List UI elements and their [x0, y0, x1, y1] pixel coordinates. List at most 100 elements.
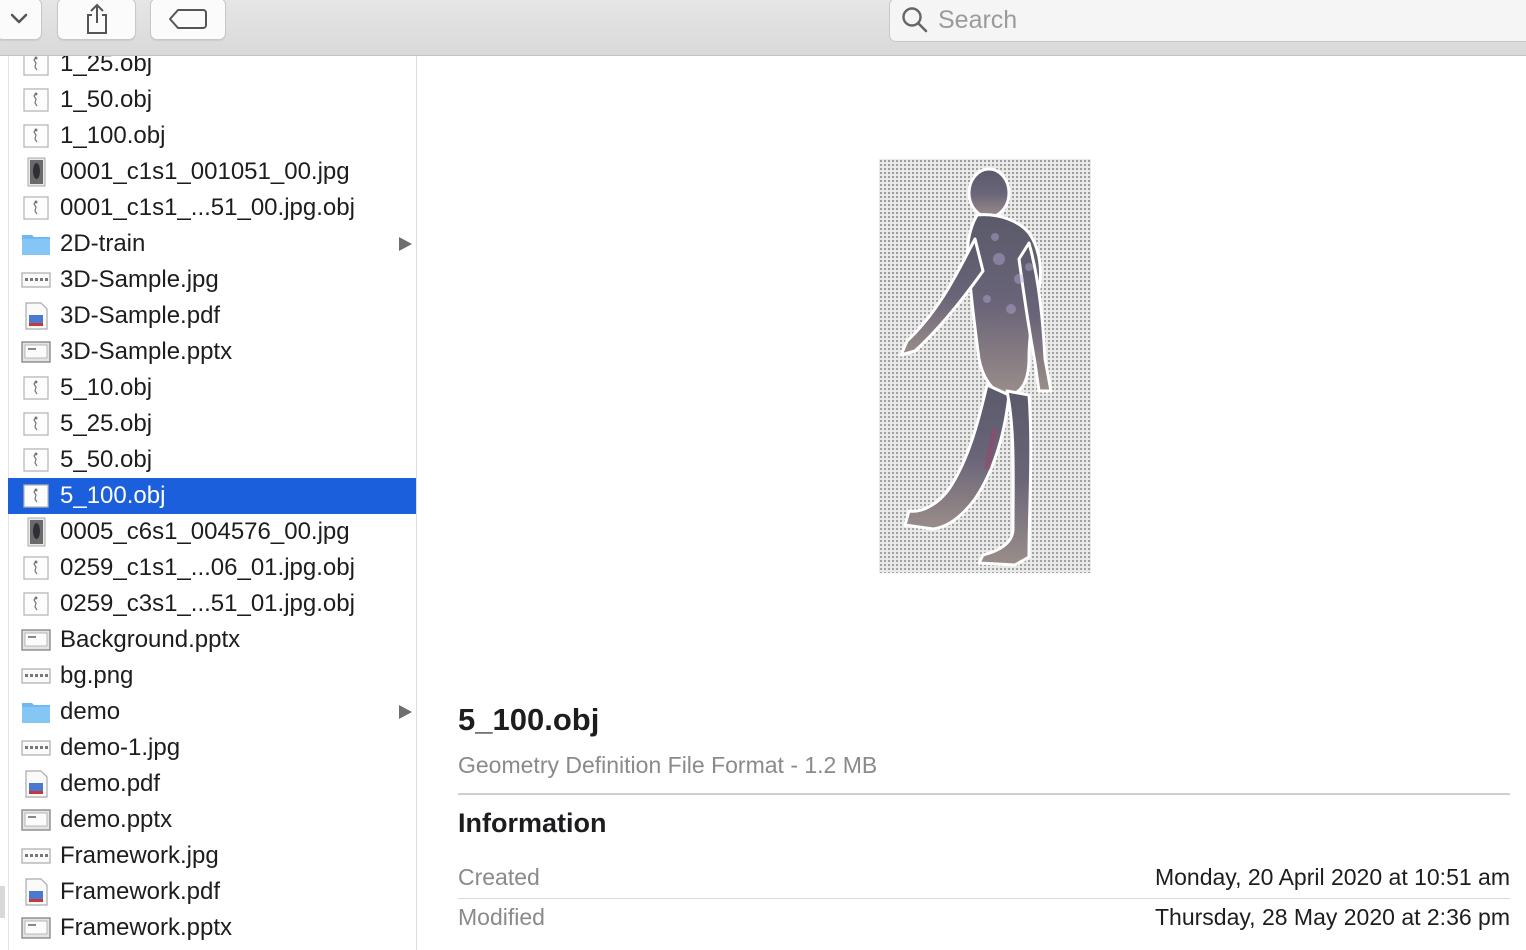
obj-file-icon [21, 409, 51, 439]
file-row[interactable]: Background.pptx [8, 622, 416, 658]
pptx-file-icon [21, 913, 51, 943]
file-row[interactable]: 0005_c6s1_004576_00.jpg [8, 514, 416, 550]
search-field[interactable] [889, 0, 1526, 42]
file-name: demo.pptx [60, 806, 173, 833]
file-row[interactable]: 3D-Sample.pptx [8, 334, 416, 370]
file-row[interactable]: 0001_c1s1_...51_00.jpg.obj [8, 190, 416, 226]
pptx-file-icon [21, 625, 51, 655]
file-row[interactable]: 0259_c1s1_...06_01.jpg.obj [8, 550, 416, 586]
file-name: bg.png [60, 662, 134, 689]
obj-file-icon [21, 193, 51, 223]
file-name: 0259_c1s1_...06_01.jpg.obj [60, 554, 355, 581]
obj-file-icon [21, 589, 51, 619]
preview-subtitle: Geometry Definition File Format - 1.2 MB [458, 752, 878, 778]
file-row[interactable]: 5_100.obj [8, 478, 416, 514]
pdf-file-icon [21, 769, 51, 799]
pptx-file-icon [21, 805, 51, 835]
meta-label: Created [458, 864, 540, 890]
file-name: Framework.jpg [60, 842, 219, 869]
search-input[interactable] [936, 4, 1440, 36]
file-row[interactable]: 3D-Sample.jpg [8, 262, 416, 298]
file-row[interactable]: 0259_c3s1_...51_01.jpg.obj [8, 586, 416, 622]
image-file-icon [21, 661, 51, 691]
file-name: demo-1.jpg [60, 734, 181, 761]
photo-file-icon [21, 157, 51, 187]
obj-file-icon [21, 445, 51, 475]
file-name: 2D-train [60, 230, 146, 257]
file-row[interactable]: 1_100.obj [8, 118, 416, 154]
folder-icon [21, 697, 51, 727]
file-row[interactable]: 5_25.obj [8, 406, 416, 442]
file-row[interactable]: 5_10.obj [8, 370, 416, 406]
file-row[interactable]: 0001_c1s1_001051_00.jpg [8, 154, 416, 190]
disclosure-arrow-icon[interactable] [399, 705, 412, 719]
file-name: 0001_c1s1_...51_00.jpg.obj [60, 194, 355, 221]
obj-file-icon [21, 373, 51, 403]
file-row[interactable]: 3D-Sample.pdf [8, 298, 416, 334]
file-name: demo [60, 698, 121, 725]
file-name: 5_100.obj [60, 482, 166, 509]
file-name: 0259_c3s1_...51_01.jpg.obj [60, 590, 355, 617]
file-row[interactable]: Framework.jpg [8, 838, 416, 874]
file-row[interactable]: bg.png [8, 658, 416, 694]
tag-icon [169, 9, 207, 29]
chevron-down-icon [10, 13, 28, 24]
file-row[interactable]: demo-1.jpg [8, 730, 416, 766]
file-row[interactable]: demo.pptx [8, 802, 416, 838]
file-list[interactable]: 1_25.obj 1_50.obj 1_100.obj 0001_c1s1_00105… [8, 56, 417, 950]
file-name: 0005_c6s1_004576_00.jpg [60, 518, 350, 545]
preview-pane: 5_100.obj Geometry Definition File Forma… [417, 56, 1526, 950]
file-name: Background.pptx [60, 626, 241, 653]
file-row[interactable]: Framework.pptx [8, 910, 416, 946]
folder-icon [21, 229, 51, 259]
meta-label: Modified [458, 904, 545, 930]
file-name: Framework.pdf [60, 878, 221, 905]
file-name: 3D-Sample.jpg [60, 266, 219, 293]
meta-row-modified: Modified Thursday, 28 May 2020 at 2:36 p… [458, 898, 1510, 938]
file-name: 3D-Sample.pdf [60, 302, 221, 329]
file-row[interactable]: Framework.pdf [8, 874, 416, 910]
file-row[interactable]: 1_25.obj [8, 56, 416, 82]
share-button[interactable] [57, 0, 136, 40]
tags-button[interactable] [150, 0, 226, 40]
disclosure-arrow-icon[interactable] [399, 237, 412, 251]
file-name: 1_50.obj [60, 86, 153, 113]
file-name: 0001_c1s1_001051_00.jpg [60, 158, 350, 185]
meta-value: Monday, 20 April 2020 at 10:51 am [1154, 864, 1510, 890]
obj-file-icon [21, 85, 51, 115]
file-name: 1_100.obj [60, 122, 166, 149]
meta-value: Thursday, 28 May 2020 at 2:36 pm [1155, 904, 1510, 930]
pdf-file-icon [21, 301, 51, 331]
model-preview-thumbnail [879, 159, 1091, 573]
image-file-icon [21, 841, 51, 871]
share-icon [86, 3, 107, 34]
file-name: 5_25.obj [60, 410, 153, 437]
file-row[interactable]: demo.pdf [8, 766, 416, 802]
file-name: demo.pdf [60, 770, 161, 797]
information-heading: Information [458, 808, 607, 838]
previous-column-selection [0, 886, 5, 918]
search-icon [902, 7, 928, 33]
preview-title: 5_100.obj [458, 702, 600, 737]
photo-file-icon [21, 517, 51, 547]
file-row[interactable]: 1_50.obj [8, 82, 416, 118]
file-name: Framework.pptx [60, 914, 233, 941]
folder-row[interactable]: 2D-train [8, 226, 416, 262]
file-name: 5_50.obj [60, 446, 153, 473]
obj-file-icon [21, 56, 51, 79]
meta-row-created: Created Monday, 20 April 2020 at 10:51 a… [458, 858, 1510, 898]
image-file-icon [21, 265, 51, 295]
folder-row[interactable]: demo [8, 694, 416, 730]
pptx-file-icon [21, 337, 51, 367]
file-name: 5_10.obj [60, 374, 153, 401]
obj-file-icon [21, 553, 51, 583]
file-row[interactable]: 5_50.obj [8, 442, 416, 478]
obj-file-icon [21, 121, 51, 151]
view-options-button[interactable] [0, 0, 42, 40]
pdf-file-icon [21, 877, 51, 907]
obj-file-icon [21, 481, 51, 511]
divider [458, 793, 1510, 795]
file-name: 1_25.obj [60, 56, 153, 77]
file-name: 3D-Sample.pptx [60, 338, 233, 365]
toolbar [0, 0, 1526, 56]
